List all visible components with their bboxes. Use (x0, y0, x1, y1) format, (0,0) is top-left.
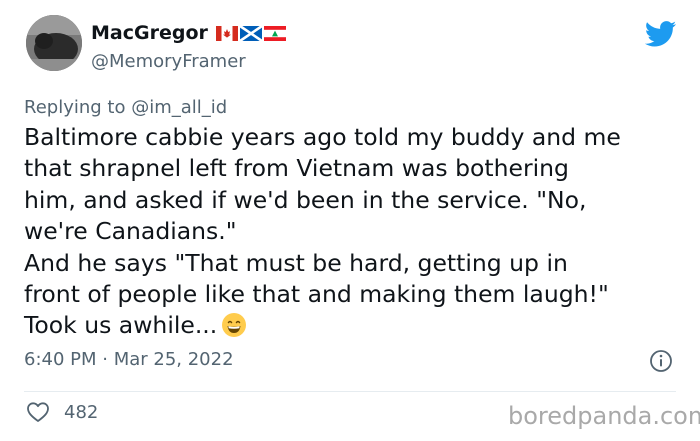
flag-canada-icon (215, 25, 238, 41)
avatar-image (26, 15, 82, 71)
tweet-last-line: Took us awhile... (24, 310, 684, 341)
author-display-name[interactable]: MacGregor (91, 22, 208, 44)
tweet-line: And he says "That must be hard, getting … (24, 248, 568, 277)
flag-scotland-icon (239, 25, 262, 41)
replying-to: Replying to @im_all_id (24, 97, 227, 118)
tweet-timestamp[interactable]: 6:40 PM · Mar 25, 2022 (24, 349, 234, 370)
tweet-line: him, and asked if we'd been in the servi… (24, 185, 587, 214)
replying-to-mention[interactable]: @im_all_id (131, 97, 227, 118)
like-button[interactable]: 482 (26, 401, 98, 423)
tweet-line: front of people like that and making the… (24, 280, 609, 309)
info-icon[interactable] (649, 349, 673, 373)
grinning-face-emoji-icon (222, 313, 247, 338)
tweet-line: that shrapnel left from Vietnam was both… (24, 154, 569, 183)
author-flags (215, 25, 286, 41)
tweet-line: Took us awhile... (24, 311, 218, 340)
tweet-line: we're Canadians." (24, 217, 237, 246)
twitter-bird-icon[interactable] (645, 21, 677, 47)
author-handle[interactable]: @MemoryFramer (91, 51, 246, 72)
tweet-line: Baltimore cabbie years ago told my buddy… (24, 123, 621, 151)
like-count: 482 (64, 401, 99, 423)
author-name-row: MacGregor (91, 22, 286, 44)
avatar[interactable] (26, 15, 82, 71)
flag-lebanon-icon (263, 25, 286, 41)
replying-to-label: Replying to (24, 97, 132, 118)
tweet-text: Baltimore cabbie years ago told my buddy… (24, 122, 684, 342)
divider (24, 391, 676, 392)
heart-icon (27, 402, 49, 422)
watermark: boredpanda.com (508, 402, 700, 430)
